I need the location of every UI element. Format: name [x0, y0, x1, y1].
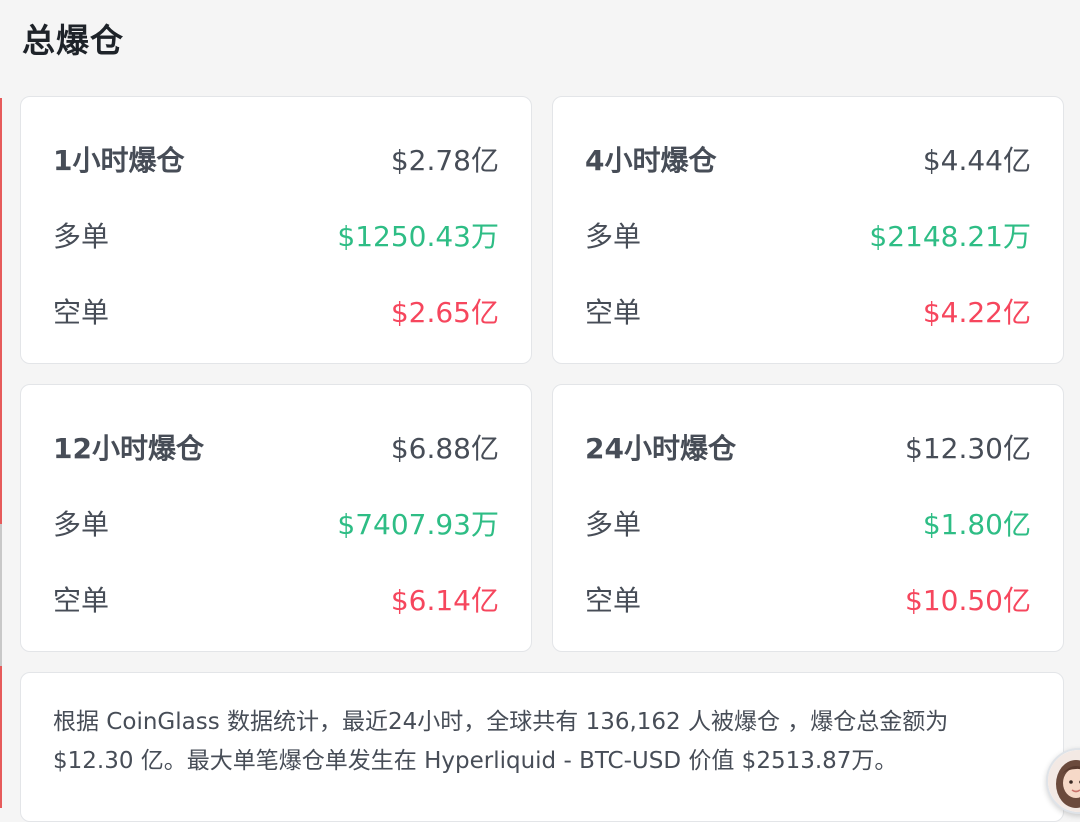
liquidation-card-12h: 12小时爆仓 $6.88亿 多单 $7407.93万 空单 $6.14亿	[20, 384, 532, 652]
short-liquidation-value: $10.50亿	[905, 584, 1031, 617]
liquidation-card-24h: 24小时爆仓 $12.30亿 多单 $1.80亿 空单 $10.50亿	[552, 384, 1064, 652]
long-label: 多单	[53, 508, 110, 541]
long-liquidation-value: $1250.43万	[337, 220, 499, 253]
short-label: 空单	[585, 296, 642, 329]
short-liquidation-value: $6.14亿	[390, 584, 499, 617]
liquidation-card-1h: 1小时爆仓 $2.78亿 多单 $1250.43万 空单 $2.65亿	[20, 96, 532, 364]
long-label: 多单	[53, 220, 110, 253]
long-label: 多单	[585, 508, 642, 541]
card-title: 4小时爆仓	[585, 144, 717, 177]
long-label: 多单	[585, 220, 642, 253]
short-label: 空单	[53, 584, 110, 617]
short-liquidation-value: $4.22亿	[922, 296, 1031, 329]
page-title: 总爆仓	[22, 21, 124, 60]
card-title: 24小时爆仓	[585, 432, 736, 465]
short-liquidation-value: $2.65亿	[390, 296, 499, 329]
summary-card: 根据 CoinGlass 数据统计，最近24小时，全球共有 136,162 人被…	[20, 672, 1064, 822]
total-liquidation-value: $6.88亿	[390, 432, 499, 465]
total-liquidation-value: $4.44亿	[922, 144, 1031, 177]
total-liquidation-value: $12.30亿	[905, 432, 1031, 465]
total-liquidation-value: $2.78亿	[390, 144, 499, 177]
card-title: 12小时爆仓	[53, 432, 204, 465]
short-label: 空单	[53, 296, 110, 329]
short-label: 空单	[585, 584, 642, 617]
summary-line-1: 根据 CoinGlass 数据统计，最近24小时，全球共有 136,162 人被…	[53, 709, 949, 735]
left-edge-indicator	[0, 98, 2, 808]
liquidation-card-4h: 4小时爆仓 $4.44亿 多单 $2148.21万 空单 $4.22亿	[552, 96, 1064, 364]
long-liquidation-value: $1.80亿	[922, 508, 1031, 541]
summary-line-2: $12.30 亿。最大单笔爆仓单发生在 Hyperliquid - BTC-US…	[53, 748, 898, 774]
card-title: 1小时爆仓	[53, 144, 185, 177]
long-liquidation-value: $7407.93万	[337, 508, 499, 541]
long-liquidation-value: $2148.21万	[869, 220, 1031, 253]
